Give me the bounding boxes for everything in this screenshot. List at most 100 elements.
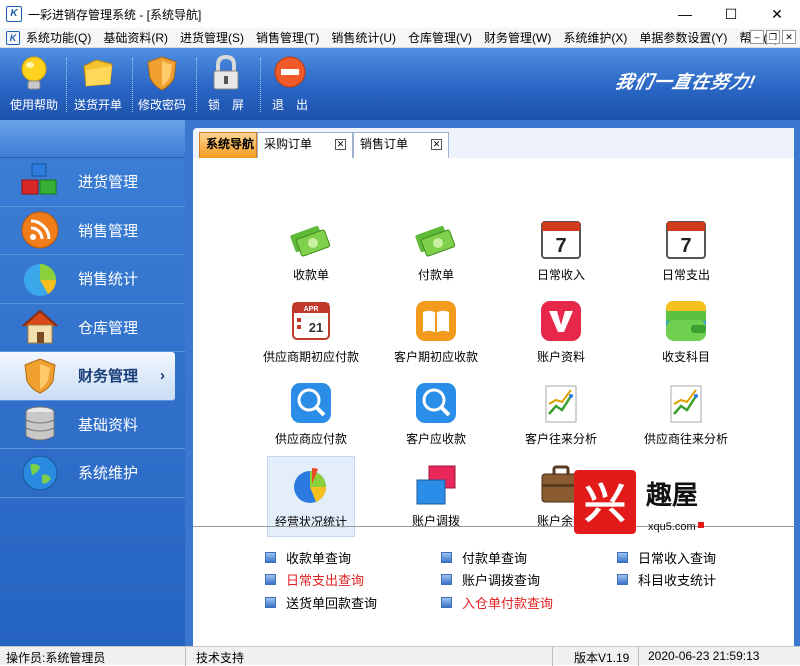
change-password-label: 修改密码 <box>137 98 186 112</box>
menu-bar: K 系统功能(Q) 基础资料(R) 进货管理(S) 销售管理(T) 销售统计(U… <box>0 28 800 48</box>
menu-warehouse[interactable]: 仓库管理(V) <box>402 29 478 46</box>
link-warehouse-payment-query[interactable]: 入仓单付款查询 <box>441 593 553 612</box>
minimize-button[interactable]: — <box>662 0 708 28</box>
link-daily-income-query[interactable]: 日常收入查询 <box>617 548 716 567</box>
mdi-close-button[interactable]: ✕ <box>782 30 796 44</box>
rss-icon <box>20 210 60 250</box>
transfer-windows-icon <box>413 462 459 508</box>
account-transfer-item[interactable]: 账户调拨 <box>390 462 482 529</box>
calendar-date: 21 <box>309 320 323 335</box>
payment-voucher-item[interactable]: 付款单 <box>390 216 482 283</box>
close-button[interactable]: ✕ <box>754 0 800 28</box>
customer-transaction-analysis-item[interactable]: 客户往来分析 <box>509 380 613 447</box>
exit-toolbar-button[interactable]: 退 出 <box>258 54 322 113</box>
customer-opening-receivable-item[interactable]: 客户期初应收款 <box>383 298 489 365</box>
close-tab-icon[interactable]: ✕ <box>335 139 346 150</box>
watermark-domain: xqu5.com <box>648 521 696 533</box>
mdi-minimize-button[interactable]: – <box>750 30 764 44</box>
sidebar-item-label: 基础资料 <box>78 416 139 434</box>
database-icon <box>20 404 60 444</box>
sidebar-item-finance[interactable]: 财务管理 › <box>0 352 175 401</box>
title-bar: K 一彩进销存管理系统 - [系统导航] — ☐ ✕ <box>0 0 800 28</box>
daily-expense-item[interactable]: 7 日常支出 <box>640 216 732 283</box>
wallet-icon <box>663 298 709 344</box>
exit-icon <box>272 54 308 92</box>
bullet-icon <box>617 552 628 563</box>
link-delivery-return-query[interactable]: 送货单回款查询 <box>265 593 377 612</box>
tab-purchase-order[interactable]: 采购订单 ✕ <box>257 132 353 158</box>
tab-label: 系统导航 <box>206 137 255 151</box>
menu-basic-data[interactable]: 基础资料(R) <box>97 29 174 46</box>
menu-system-functions[interactable]: 系统功能(Q) <box>20 29 97 46</box>
link-account-transfer-query[interactable]: 账户调拨查询 <box>441 570 540 589</box>
navigation-panel: 收款单 付款单 7 日常收入 7 日常支出 APR 21 供应商期初应付款 客户… <box>193 158 794 646</box>
bullet-icon <box>441 574 452 585</box>
delivery-order-toolbar-button[interactable]: 送货开单 <box>66 54 130 113</box>
link-subject-stats[interactable]: 科目收支统计 <box>617 570 716 589</box>
watermark-mark: 兴 <box>584 479 626 528</box>
close-tab-icon[interactable]: ✕ <box>431 139 442 150</box>
shield-icon <box>144 54 180 92</box>
tab-sales-order[interactable]: 销售订单 ✕ <box>353 132 449 158</box>
sidebar-item-maintenance[interactable]: 系统维护 <box>0 449 185 498</box>
sidebar-item-label: 销售管理 <box>78 222 139 240</box>
lock-screen-label: 锁 屏 <box>207 98 244 112</box>
lock-icon <box>208 54 244 92</box>
help-toolbar-button[interactable]: 使用帮助 <box>2 54 66 113</box>
maximize-button[interactable]: ☐ <box>708 0 754 28</box>
change-password-toolbar-button[interactable]: 修改密码 <box>130 54 194 113</box>
support-status: 技术支持 <box>196 651 245 665</box>
chevron-right-icon: › <box>160 367 165 385</box>
sidebar-item-warehouse[interactable]: 仓库管理 <box>0 304 185 352</box>
menu-purchase[interactable]: 进货管理(S) <box>174 29 250 46</box>
sidebar-header <box>0 120 185 158</box>
sidebar-item-sales-stats[interactable]: 销售统计 <box>0 255 185 304</box>
lock-screen-toolbar-button[interactable]: 锁 屏 <box>194 54 258 113</box>
magnifier-icon <box>288 380 334 426</box>
tab-bar: 系统导航 采购订单 ✕ 销售订单 ✕ <box>193 128 794 158</box>
tab-system-nav[interactable]: 系统导航 <box>199 132 257 158</box>
sidebar-item-sales[interactable]: 销售管理 <box>0 207 185 255</box>
link-receipt-query[interactable]: 收款单查询 <box>265 548 351 567</box>
exit-label: 退 出 <box>271 98 308 112</box>
menu-doc-params[interactable]: 单据参数设置(Y) <box>633 29 733 46</box>
bullet-icon <box>617 574 628 585</box>
bullet-icon <box>441 597 452 608</box>
grid-item-label: 供应商期初应付款 <box>262 350 359 364</box>
customer-receivable-item[interactable]: 客户应收款 <box>390 380 482 447</box>
account-info-item[interactable]: 账户资料 <box>515 298 607 365</box>
grid-item-label: 收款单 <box>292 268 329 282</box>
cash-icon <box>288 216 334 262</box>
mdi-logo-icon: K <box>6 30 20 45</box>
folder-icon <box>80 54 116 92</box>
link-daily-expense-query[interactable]: 日常支出查询 <box>265 570 364 589</box>
sidebar-item-basic-data[interactable]: 基础资料 <box>0 401 185 449</box>
grid-item-label: 账户资料 <box>536 350 585 364</box>
menu-sales-stats[interactable]: 销售统计(U) <box>325 29 402 46</box>
daily-income-item[interactable]: 7 日常收入 <box>515 216 607 283</box>
v-logo-icon <box>538 298 584 344</box>
grid-item-label: 经营状况统计 <box>274 515 347 529</box>
sidebar: 进货管理 销售管理 销售统计 仓库管理 财务管理 › 基础资料 系统维护 <box>0 120 185 646</box>
supplier-payable-item[interactable]: 供应商应付款 <box>265 380 357 447</box>
sidebar-item-purchase[interactable]: 进货管理 <box>0 158 185 207</box>
calendar-date-icon: APR 21 <box>288 298 334 344</box>
supplier-transaction-analysis-item[interactable]: 供应商往来分析 <box>634 380 738 447</box>
operator-status: 操作员:系统管理员 <box>6 651 106 665</box>
mdi-restore-button[interactable]: ❐ <box>766 30 780 44</box>
receipt-voucher-item[interactable]: 收款单 <box>265 216 357 283</box>
menu-maintenance[interactable]: 系统维护(X) <box>557 29 633 46</box>
business-status-stats-item[interactable]: 经营状况统计 <box>267 456 355 537</box>
sidebar-item-label: 仓库管理 <box>78 319 139 337</box>
menu-finance[interactable]: 财务管理(W) <box>478 29 557 46</box>
magnifier-icon <box>413 380 459 426</box>
link-payment-query[interactable]: 付款单查询 <box>441 548 527 567</box>
tab-label: 采购订单 <box>264 137 313 151</box>
datetime-status: 2020-06-23 21:59:13 <box>648 649 760 663</box>
help-label: 使用帮助 <box>9 98 58 112</box>
income-expense-subjects-item[interactable]: 收支科目 <box>640 298 732 365</box>
main-content: 系统导航 采购订单 ✕ 销售订单 ✕ 收款单 付款单 7 日常收入 7 日常支出… <box>185 120 800 646</box>
supplier-opening-payable-item[interactable]: APR 21 供应商期初应付款 <box>253 298 369 365</box>
menu-sales[interactable]: 销售管理(T) <box>250 29 325 46</box>
bullet-icon <box>441 552 452 563</box>
